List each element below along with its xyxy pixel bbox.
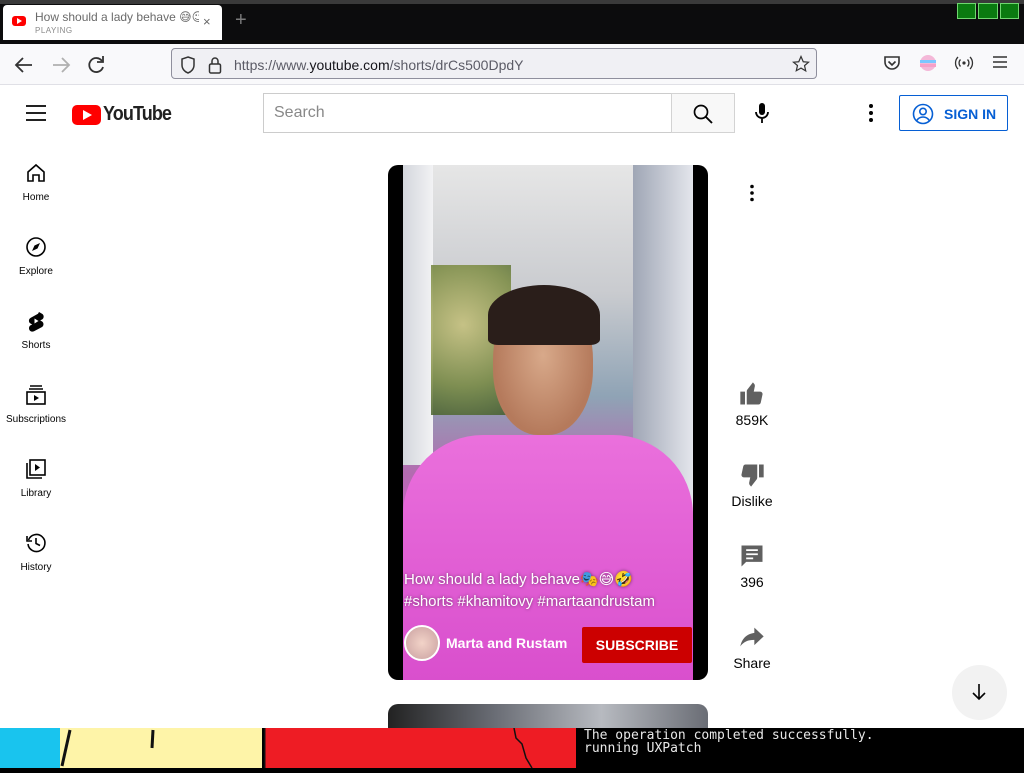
youtube-page: YouTube Search SIGN IN Home Explore Shor… [0, 85, 1024, 728]
forward-button[interactable] [49, 53, 73, 77]
console-output: The operation completed successfully. run… [584, 728, 1024, 768]
like-count: 859K [735, 412, 769, 428]
subscribe-button[interactable]: SUBSCRIBE [582, 627, 692, 663]
close-window-button[interactable] [999, 3, 1019, 19]
youtube-play-icon [72, 104, 101, 125]
back-arrow-icon [14, 57, 32, 73]
comment-icon [741, 545, 763, 567]
reload-icon [88, 56, 104, 73]
library-icon [26, 459, 46, 479]
next-short-button[interactable] [952, 665, 1007, 720]
sidebar-item-subscriptions[interactable]: Subscriptions [0, 377, 72, 451]
channel-name[interactable]: Marta and Rustam [446, 635, 567, 651]
maximize-button[interactable] [978, 3, 998, 19]
search-button[interactable] [671, 93, 735, 133]
url-text[interactable]: https://www.youtube.com/shorts/drCs500Dp… [234, 57, 523, 73]
tab-title: How should a lady behave 😅😉 [35, 10, 199, 24]
account-avatar-button[interactable] [916, 53, 940, 77]
bookmark-star-icon[interactable] [792, 55, 810, 73]
sign-in-button[interactable]: SIGN IN [899, 95, 1008, 131]
explore-icon [26, 237, 46, 257]
reload-button[interactable] [84, 53, 108, 77]
bottom-overlay-strip: The operation completed successfully. run… [0, 727, 1024, 769]
next-short-preview[interactable] [388, 704, 708, 728]
console-line-2: running UXPatch [584, 741, 702, 756]
youtube-wordmark: YouTube [103, 103, 172, 125]
arrow-down-icon [972, 684, 986, 701]
search-icon [693, 104, 713, 124]
history-icon [26, 533, 46, 553]
browser-toolbar: https://www.youtube.com/shorts/drCs500Dp… [0, 44, 1024, 85]
dislike-button[interactable]: Dislike [728, 461, 776, 509]
vertical-dots-icon [869, 104, 873, 122]
search-input[interactable]: Search [263, 93, 672, 133]
thumbs-up-icon [740, 382, 763, 405]
title-strip [0, 0, 1024, 4]
sidebar-item-explore[interactable]: Explore [0, 229, 72, 303]
minimize-button[interactable] [957, 3, 977, 19]
pocket-icon [884, 56, 900, 70]
tracking-shield-icon[interactable] [180, 56, 196, 74]
address-bar[interactable]: https://www.youtube.com/shorts/drCs500Dp… [171, 48, 817, 79]
like-button[interactable]: 859K [728, 380, 776, 428]
short-caption[interactable]: How should a lady behave🎭😅🤣 #shorts #kha… [404, 569, 694, 613]
tab-close-icon[interactable]: × [203, 14, 211, 29]
comments-button[interactable]: 396 [728, 542, 776, 590]
settings-more-button[interactable] [861, 102, 881, 129]
sidebar-item-library[interactable]: Library [0, 451, 72, 525]
vertical-dots-icon [750, 184, 754, 202]
youtube-favicon-icon [12, 16, 26, 26]
tab-status: PLAYING [35, 26, 73, 35]
share-arrow-icon [740, 627, 764, 647]
channel-avatar[interactable] [404, 625, 440, 661]
subscriptions-icon [26, 385, 46, 405]
hamburger-menu-icon [993, 56, 1007, 68]
sidebar-item-shorts[interactable]: Shorts [0, 303, 72, 377]
black-scribble-line [60, 729, 155, 767]
microphone-icon [755, 103, 769, 123]
shorts-icon [28, 312, 44, 332]
window-controls [957, 3, 1019, 19]
short-title: How should a lady behave🎭😅🤣 [404, 571, 633, 588]
forward-arrow-icon [53, 57, 71, 73]
hamburger-menu-icon [26, 105, 46, 121]
video-scene-person-hair [488, 285, 600, 345]
back-button[interactable] [12, 53, 36, 77]
dislike-label: Dislike [731, 493, 773, 509]
comment-count: 396 [740, 574, 764, 590]
youtube-logo[interactable]: YouTube [72, 103, 179, 126]
home-icon [27, 163, 45, 182]
red-panel [262, 727, 576, 769]
app-menu-button[interactable] [988, 53, 1012, 77]
cyan-panel [0, 728, 60, 768]
guide-menu-button[interactable] [26, 105, 46, 126]
browser-tab[interactable]: How should a lady behave 😅😉 PLAYING × [3, 5, 222, 40]
sign-in-label: SIGN IN [944, 106, 997, 122]
sidebar-item-history[interactable]: History [0, 525, 72, 599]
pocket-button[interactable] [880, 53, 904, 77]
extensions-button[interactable] [952, 53, 976, 77]
short-hashtags[interactable]: #shorts #khamitovy #martaandrustam [404, 591, 694, 613]
account-circle-icon [912, 103, 934, 125]
browser-tab-bar: How should a lady behave 😅😉 PLAYING × + [0, 0, 1024, 44]
short-more-options-button[interactable] [742, 183, 762, 208]
share-button[interactable]: Share [728, 623, 776, 671]
broadcast-icon [954, 56, 974, 70]
black-outline-line [262, 727, 533, 769]
voice-search-button[interactable] [752, 102, 772, 129]
share-label: Share [733, 655, 771, 671]
shorts-video-player[interactable]: How should a lady behave🎭😅🤣 #shorts #kha… [388, 165, 708, 680]
colorful-avatar-icon [920, 55, 936, 71]
channel-info[interactable]: Marta and Rustam [404, 625, 567, 661]
sidebar-item-home[interactable]: Home [0, 155, 72, 229]
new-tab-button[interactable]: + [235, 9, 247, 32]
video-scene-pillar [403, 165, 433, 465]
lock-icon[interactable] [208, 56, 222, 74]
thumbs-down-icon [741, 464, 764, 487]
cream-panel [60, 728, 262, 768]
